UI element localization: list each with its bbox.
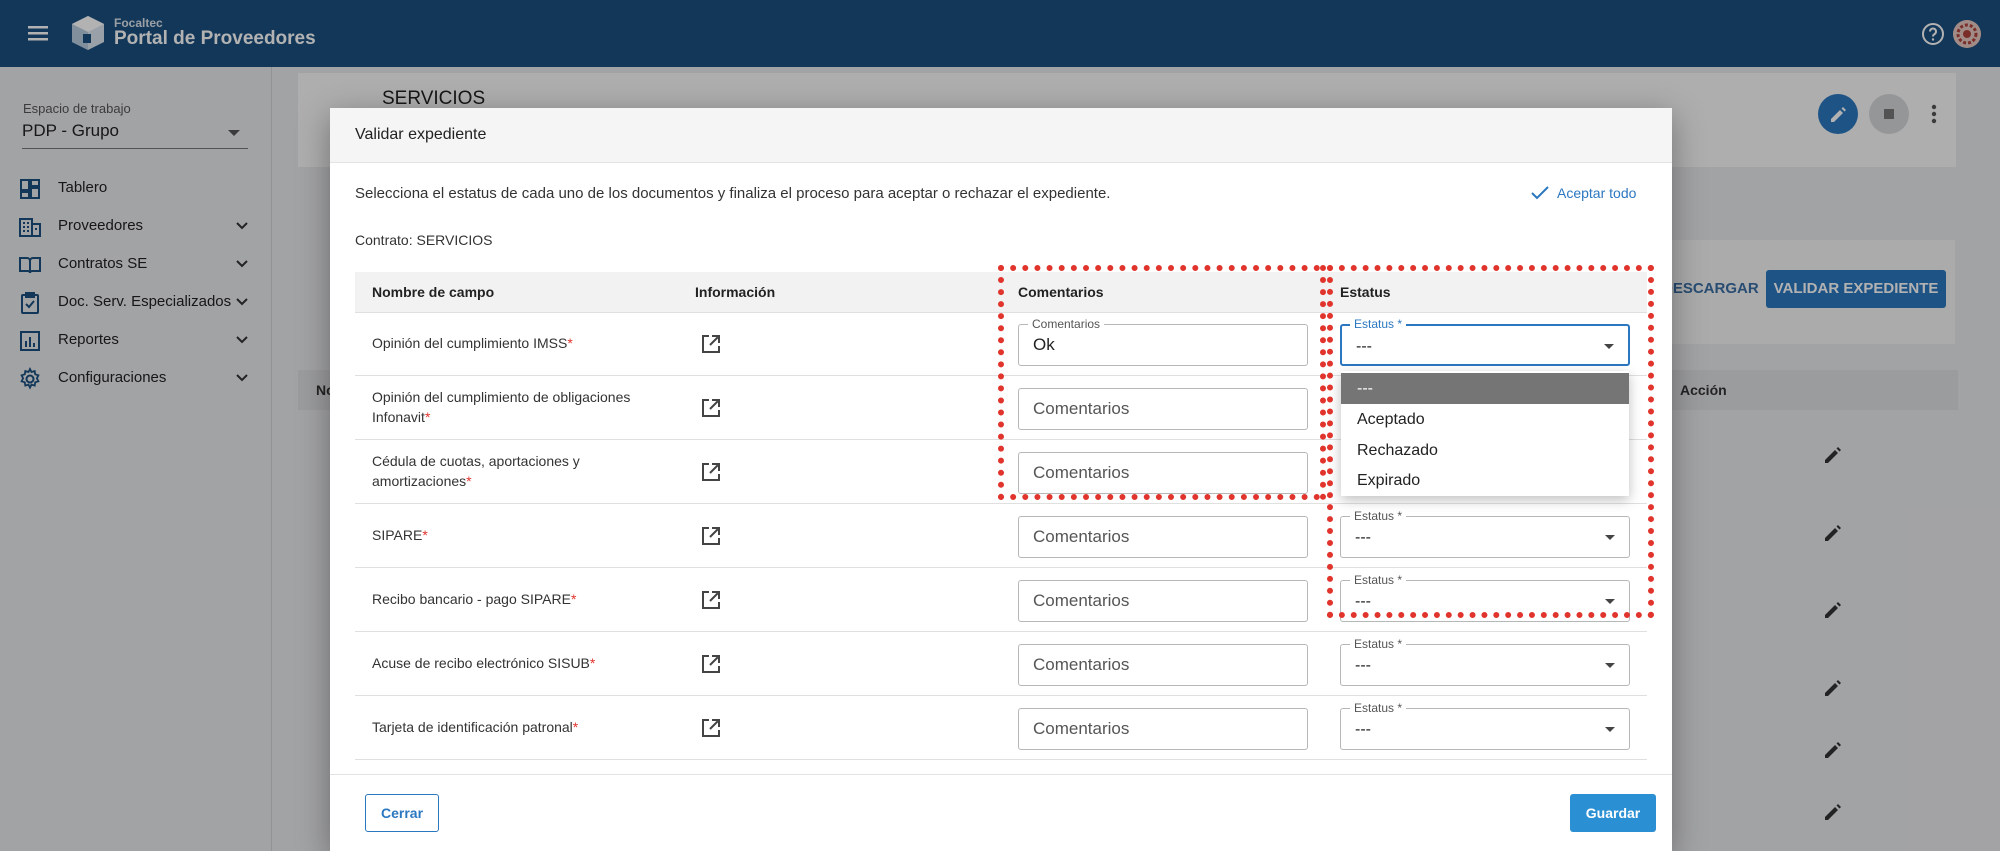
open-in-new-icon[interactable] [700, 333, 722, 355]
table-row-name: Cédula de cuotas, aportaciones y amortiza… [372, 453, 580, 489]
open-in-new-icon[interactable] [700, 525, 722, 547]
column-header-status: Estatus [1340, 284, 1391, 300]
dropdown-option[interactable]: --- [1341, 373, 1629, 404]
caret-down-icon [1605, 663, 1615, 668]
table-row-name: Recibo bancario - pago SIPARE* [372, 591, 577, 607]
table-row-name: Acuse de recibo electrónico SISUB* [372, 655, 596, 671]
open-in-new-icon[interactable] [700, 397, 722, 419]
table-row-name: Opinión del cumplimiento de obligaciones… [372, 389, 631, 425]
column-header-comments: Comentarios [1018, 284, 1104, 300]
caret-down-icon [1605, 727, 1615, 732]
dialog-instructions: Selecciona el estatus de cada uno de los… [355, 185, 1111, 202]
status-select-label: Estatus * [1350, 573, 1407, 587]
table-row-name: SIPARE* [372, 527, 428, 543]
status-select-label: Estatus * [1350, 637, 1407, 651]
contract-label: Contrato: SERVICIOS [355, 232, 493, 248]
dialog-footer [330, 774, 1672, 851]
status-select-label: Estatus * [1350, 701, 1407, 715]
status-select-value: --- [1355, 657, 1371, 674]
open-in-new-icon[interactable] [700, 589, 722, 611]
caret-down-icon [1605, 599, 1615, 604]
accept-all-label: Aceptar todo [1557, 185, 1637, 201]
accept-all-button[interactable]: Aceptar todo [1530, 181, 1650, 205]
comment-input[interactable] [1018, 452, 1308, 494]
row-divider [355, 312, 1647, 313]
caret-down-icon [1604, 344, 1614, 349]
row-divider [355, 503, 1647, 504]
check-icon [1531, 186, 1549, 200]
dialog-title: Validar expediente [355, 126, 487, 143]
comment-input-label: Comentarios [1028, 317, 1105, 331]
documents-table-header [355, 272, 1647, 312]
comment-input[interactable] [1018, 708, 1308, 750]
status-dropdown-menu: --- Aceptado Rechazado Expirado [1341, 371, 1629, 496]
save-button[interactable]: Guardar [1570, 794, 1656, 832]
dialog-header: Validar expediente [330, 108, 1672, 163]
table-row-name: Tarjeta de identificación patronal* [372, 719, 579, 735]
table-row-name: Opinión del cumplimiento IMSS* [372, 335, 573, 351]
status-select-label: Estatus * [1350, 509, 1407, 523]
comment-input[interactable] [1018, 388, 1308, 430]
dropdown-option[interactable]: Rechazado [1341, 435, 1629, 466]
status-select-value: --- [1355, 529, 1371, 546]
comment-input[interactable] [1018, 580, 1308, 622]
dropdown-option[interactable]: Expirado [1341, 465, 1629, 496]
caret-down-icon [1605, 535, 1615, 540]
open-in-new-icon[interactable] [700, 717, 722, 739]
row-divider [355, 695, 1647, 696]
row-divider [355, 567, 1647, 568]
status-select-label: Estatus * [1350, 317, 1407, 331]
status-select-value: --- [1355, 593, 1371, 610]
row-divider [355, 631, 1647, 632]
comment-input[interactable] [1018, 516, 1308, 558]
close-button[interactable]: Cerrar [365, 794, 439, 832]
row-divider [355, 759, 1647, 760]
column-header-info: Información [695, 284, 776, 300]
validar-expediente-dialog: Validar expediente Selecciona el estatus… [330, 108, 1672, 851]
dropdown-option[interactable]: Aceptado [1341, 404, 1629, 435]
open-in-new-icon[interactable] [700, 653, 722, 675]
status-select-value: --- [1356, 338, 1372, 355]
comment-input[interactable] [1018, 644, 1308, 686]
status-select-value: --- [1355, 721, 1371, 738]
open-in-new-icon[interactable] [700, 461, 722, 483]
column-header-name: Nombre de campo [372, 284, 495, 300]
